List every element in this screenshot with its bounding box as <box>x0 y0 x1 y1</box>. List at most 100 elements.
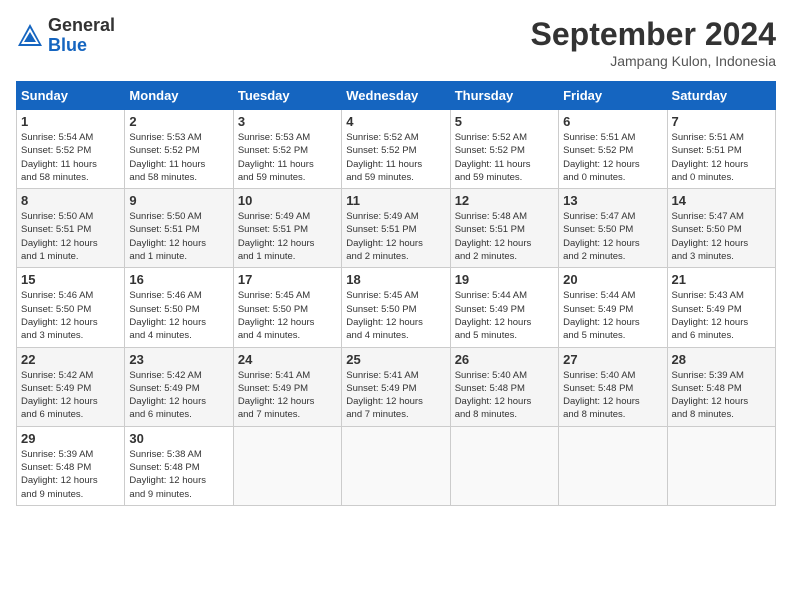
day-number: 19 <box>455 272 554 287</box>
day-info: Sunrise: 5:48 AM Sunset: 5:51 PM Dayligh… <box>455 210 554 263</box>
day-info: Sunrise: 5:41 AM Sunset: 5:49 PM Dayligh… <box>238 369 337 422</box>
day-header-wednesday: Wednesday <box>342 82 450 110</box>
day-header-saturday: Saturday <box>667 82 775 110</box>
calendar-cell: 18Sunrise: 5:45 AM Sunset: 5:50 PM Dayli… <box>342 268 450 347</box>
calendar-cell <box>559 426 667 505</box>
day-number: 16 <box>129 272 228 287</box>
day-number: 1 <box>21 114 120 129</box>
day-info: Sunrise: 5:50 AM Sunset: 5:51 PM Dayligh… <box>21 210 120 263</box>
day-number: 10 <box>238 193 337 208</box>
day-info: Sunrise: 5:42 AM Sunset: 5:49 PM Dayligh… <box>129 369 228 422</box>
location-subtitle: Jampang Kulon, Indonesia <box>531 53 776 69</box>
calendar-cell: 30Sunrise: 5:38 AM Sunset: 5:48 PM Dayli… <box>125 426 233 505</box>
day-number: 3 <box>238 114 337 129</box>
day-number: 23 <box>129 352 228 367</box>
calendar-week-3: 15 Sunrise: 5:46 AM Sunset: 5:50 PM Dayli… <box>17 268 776 347</box>
month-title: September 2024 <box>531 16 776 53</box>
day-info: Sunrise: 5:39 AM Sunset: 5:48 PM Dayligh… <box>672 369 771 422</box>
day-number: 11 <box>346 193 445 208</box>
day-number: 22 <box>21 352 120 367</box>
day-info: Sunrise: 5:53 AM Sunset: 5:52 PM Dayligh… <box>129 131 228 184</box>
title-area: September 2024 Jampang Kulon, Indonesia <box>531 16 776 69</box>
calendar-cell <box>342 426 450 505</box>
calendar-week-5: 29 Sunrise: 5:39 AM Sunset: 5:48 PM Dayli… <box>17 426 776 505</box>
day-number: 12 <box>455 193 554 208</box>
day-number: 20 <box>563 272 662 287</box>
day-header-sunday: Sunday <box>17 82 125 110</box>
day-info: Sunrise: 5:47 AM Sunset: 5:50 PM Dayligh… <box>672 210 771 263</box>
calendar-cell: 26 Sunrise: 5:40 AM Sunset: 5:48 PM Dayli… <box>450 347 558 426</box>
calendar-cell: 1 Sunrise: 5:54 AM Sunset: 5:52 PM Daylig… <box>17 110 125 189</box>
day-info: Sunrise: 5:42 AM Sunset: 5:49 PM Dayligh… <box>21 369 120 422</box>
calendar-cell: 27 Sunrise: 5:40 AM Sunset: 5:48 PM Dayli… <box>559 347 667 426</box>
day-info: Sunrise: 5:39 AM Sunset: 5:48 PM Dayligh… <box>21 448 120 501</box>
calendar-cell: 9Sunrise: 5:50 AM Sunset: 5:51 PM Daylig… <box>125 189 233 268</box>
day-number: 4 <box>346 114 445 129</box>
calendar-week-2: 8 Sunrise: 5:50 AM Sunset: 5:51 PM Daylig… <box>17 189 776 268</box>
day-info: Sunrise: 5:49 AM Sunset: 5:51 PM Dayligh… <box>238 210 337 263</box>
day-number: 28 <box>672 352 771 367</box>
day-number: 14 <box>672 193 771 208</box>
calendar-cell: 20Sunrise: 5:44 AM Sunset: 5:49 PM Dayli… <box>559 268 667 347</box>
day-number: 8 <box>21 193 120 208</box>
day-info: Sunrise: 5:51 AM Sunset: 5:52 PM Dayligh… <box>563 131 662 184</box>
day-info: Sunrise: 5:47 AM Sunset: 5:50 PM Dayligh… <box>563 210 662 263</box>
day-info: Sunrise: 5:40 AM Sunset: 5:48 PM Dayligh… <box>455 369 554 422</box>
day-info: Sunrise: 5:41 AM Sunset: 5:49 PM Dayligh… <box>346 369 445 422</box>
calendar-cell: 17Sunrise: 5:45 AM Sunset: 5:50 PM Dayli… <box>233 268 341 347</box>
day-info: Sunrise: 5:52 AM Sunset: 5:52 PM Dayligh… <box>346 131 445 184</box>
day-info: Sunrise: 5:43 AM Sunset: 5:49 PM Dayligh… <box>672 289 771 342</box>
calendar-cell: 13 Sunrise: 5:47 AM Sunset: 5:50 PM Dayli… <box>559 189 667 268</box>
calendar-cell: 12 Sunrise: 5:48 AM Sunset: 5:51 PM Dayli… <box>450 189 558 268</box>
day-info: Sunrise: 5:51 AM Sunset: 5:51 PM Dayligh… <box>672 131 771 184</box>
day-header-tuesday: Tuesday <box>233 82 341 110</box>
day-info: Sunrise: 5:44 AM Sunset: 5:49 PM Dayligh… <box>455 289 554 342</box>
day-header-monday: Monday <box>125 82 233 110</box>
day-info: Sunrise: 5:40 AM Sunset: 5:48 PM Dayligh… <box>563 369 662 422</box>
day-number: 5 <box>455 114 554 129</box>
calendar-cell <box>667 426 775 505</box>
calendar-table: SundayMondayTuesdayWednesdayThursdayFrid… <box>16 81 776 506</box>
day-number: 26 <box>455 352 554 367</box>
day-number: 24 <box>238 352 337 367</box>
calendar-cell: 21Sunrise: 5:43 AM Sunset: 5:49 PM Dayli… <box>667 268 775 347</box>
calendar-cell: 24 Sunrise: 5:41 AM Sunset: 5:49 PM Dayli… <box>233 347 341 426</box>
day-number: 13 <box>563 193 662 208</box>
calendar-cell: 16 Sunrise: 5:46 AM Sunset: 5:50 PM Dayli… <box>125 268 233 347</box>
calendar-cell: 29 Sunrise: 5:39 AM Sunset: 5:48 PM Dayli… <box>17 426 125 505</box>
day-number: 7 <box>672 114 771 129</box>
calendar-cell: 3 Sunrise: 5:53 AM Sunset: 5:52 PM Daylig… <box>233 110 341 189</box>
logo-general-text: General <box>48 15 115 35</box>
day-number: 15 <box>21 272 120 287</box>
calendar-cell: 6 Sunrise: 5:51 AM Sunset: 5:52 PM Daylig… <box>559 110 667 189</box>
calendar-cell <box>450 426 558 505</box>
calendar-cell: 5 Sunrise: 5:52 AM Sunset: 5:52 PM Daylig… <box>450 110 558 189</box>
day-number: 29 <box>21 431 120 446</box>
calendar-cell: 15 Sunrise: 5:46 AM Sunset: 5:50 PM Dayli… <box>17 268 125 347</box>
calendar-cell: 28 Sunrise: 5:39 AM Sunset: 5:48 PM Dayli… <box>667 347 775 426</box>
day-info: Sunrise: 5:46 AM Sunset: 5:50 PM Dayligh… <box>129 289 228 342</box>
page-header: General Blue September 2024 Jampang Kulo… <box>16 16 776 69</box>
day-info: Sunrise: 5:50 AM Sunset: 5:51 PM Dayligh… <box>129 210 228 263</box>
day-info: Sunrise: 5:53 AM Sunset: 5:52 PM Dayligh… <box>238 131 337 184</box>
day-number: 27 <box>563 352 662 367</box>
day-number: 30 <box>129 431 228 446</box>
day-info: Sunrise: 5:52 AM Sunset: 5:52 PM Dayligh… <box>455 131 554 184</box>
calendar-cell: 23 Sunrise: 5:42 AM Sunset: 5:49 PM Dayli… <box>125 347 233 426</box>
calendar-header-row: SundayMondayTuesdayWednesdayThursdayFrid… <box>17 82 776 110</box>
calendar-cell: 14 Sunrise: 5:47 AM Sunset: 5:50 PM Dayli… <box>667 189 775 268</box>
calendar-cell: 11 Sunrise: 5:49 AM Sunset: 5:51 PM Dayli… <box>342 189 450 268</box>
day-header-friday: Friday <box>559 82 667 110</box>
day-info: Sunrise: 5:54 AM Sunset: 5:52 PM Dayligh… <box>21 131 120 184</box>
day-info: Sunrise: 5:46 AM Sunset: 5:50 PM Dayligh… <box>21 289 120 342</box>
calendar-cell: 4 Sunrise: 5:52 AM Sunset: 5:52 PM Daylig… <box>342 110 450 189</box>
logo-icon <box>16 22 44 50</box>
day-number: 2 <box>129 114 228 129</box>
calendar-cell: 7 Sunrise: 5:51 AM Sunset: 5:51 PM Daylig… <box>667 110 775 189</box>
calendar-cell: 25Sunrise: 5:41 AM Sunset: 5:49 PM Dayli… <box>342 347 450 426</box>
calendar-cell: 19 Sunrise: 5:44 AM Sunset: 5:49 PM Dayli… <box>450 268 558 347</box>
day-number: 6 <box>563 114 662 129</box>
day-header-thursday: Thursday <box>450 82 558 110</box>
day-info: Sunrise: 5:49 AM Sunset: 5:51 PM Dayligh… <box>346 210 445 263</box>
calendar-cell: 8 Sunrise: 5:50 AM Sunset: 5:51 PM Daylig… <box>17 189 125 268</box>
